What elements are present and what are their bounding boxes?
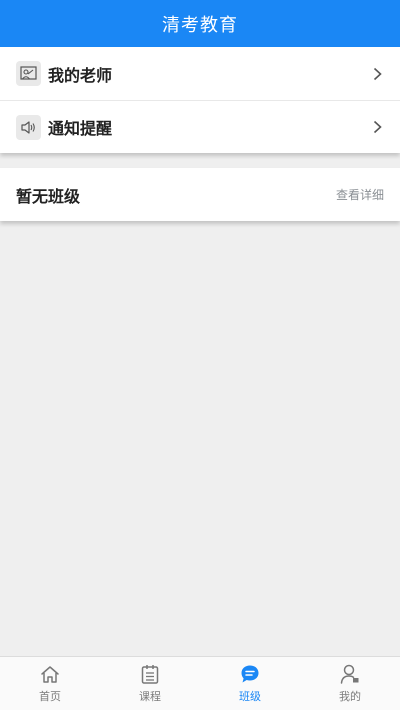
tab-label: 课程 — [139, 690, 161, 703]
tab-me[interactable]: 我的 — [300, 657, 400, 710]
chevron-right-icon — [370, 120, 384, 134]
menu-item-my-teachers[interactable]: 我的老师 — [0, 47, 400, 100]
menu-item-label: 通知提醒 — [48, 119, 113, 138]
menu-item-notifications[interactable]: 通知提醒 — [0, 100, 400, 153]
tab-label: 我的 — [339, 690, 361, 703]
home-icon — [39, 663, 61, 685]
bottom-tab-bar: 首页 课程 班级 我的 — [0, 656, 400, 710]
app-screen: 清考教育 我的老师 通知提醒 暂无班级 查看详细 首页 课程 班级 我的 — [0, 0, 400, 710]
view-details-link[interactable]: 查看详细 — [336, 186, 384, 203]
tab-classes[interactable]: 班级 — [200, 657, 300, 710]
class-status-title: 暂无班级 — [16, 186, 81, 206]
tab-home[interactable]: 首页 — [0, 657, 100, 710]
class-card: 暂无班级 查看详细 — [0, 168, 400, 221]
teacher-board-icon — [16, 61, 41, 86]
speaker-icon — [16, 114, 41, 140]
tab-courses[interactable]: 课程 — [100, 657, 200, 710]
course-list-icon — [139, 663, 161, 685]
tab-label: 班级 — [239, 690, 261, 703]
page-title: 清考教育 — [162, 14, 238, 36]
chevron-right-icon — [370, 67, 384, 81]
chat-bubble-icon — [239, 663, 261, 685]
user-icon — [339, 663, 361, 685]
menu-item-label: 我的老师 — [48, 65, 113, 85]
header-bar: 清考教育 — [0, 0, 400, 47]
menu-card: 我的老师 通知提醒 — [0, 47, 400, 153]
tab-label: 首页 — [39, 690, 61, 703]
